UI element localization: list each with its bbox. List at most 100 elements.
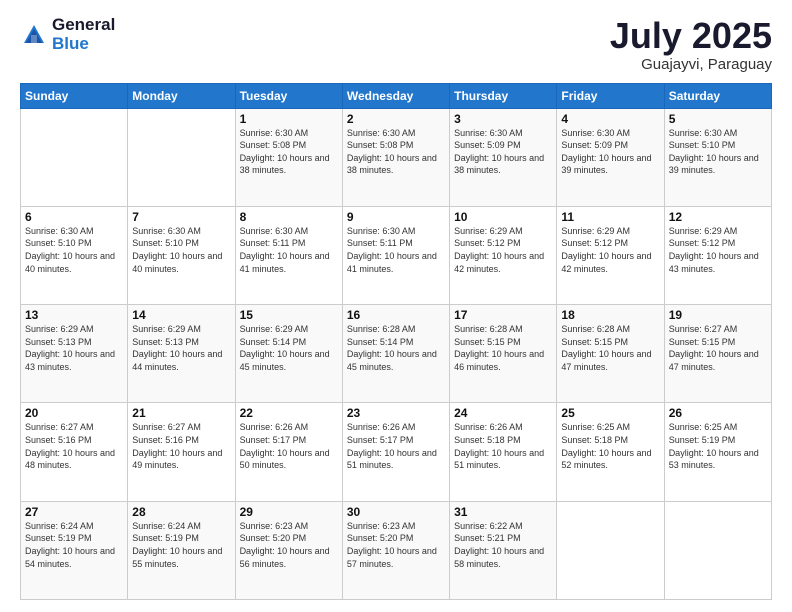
day-info: Sunrise: 6:29 AM Sunset: 5:13 PM Dayligh… xyxy=(132,323,230,373)
title-block: July 2025 Guajayvi, Paraguay xyxy=(610,16,772,73)
day-number: 31 xyxy=(454,505,552,519)
calendar-cell: 2Sunrise: 6:30 AM Sunset: 5:08 PM Daylig… xyxy=(342,108,449,206)
day-info: Sunrise: 6:25 AM Sunset: 5:18 PM Dayligh… xyxy=(561,421,659,471)
day-number: 2 xyxy=(347,112,445,126)
day-info: Sunrise: 6:30 AM Sunset: 5:09 PM Dayligh… xyxy=(561,127,659,177)
logo-icon xyxy=(20,21,48,49)
day-info: Sunrise: 6:30 AM Sunset: 5:09 PM Dayligh… xyxy=(454,127,552,177)
calendar-cell: 21Sunrise: 6:27 AM Sunset: 5:16 PM Dayli… xyxy=(128,403,235,501)
day-info: Sunrise: 6:30 AM Sunset: 5:11 PM Dayligh… xyxy=(240,225,338,275)
calendar-cell: 4Sunrise: 6:30 AM Sunset: 5:09 PM Daylig… xyxy=(557,108,664,206)
day-info: Sunrise: 6:28 AM Sunset: 5:15 PM Dayligh… xyxy=(454,323,552,373)
day-number: 6 xyxy=(25,210,123,224)
day-of-week-header: Sunday xyxy=(21,83,128,108)
month-title: July 2025 xyxy=(610,16,772,56)
calendar-cell: 31Sunrise: 6:22 AM Sunset: 5:21 PM Dayli… xyxy=(450,501,557,599)
calendar-cell: 1Sunrise: 6:30 AM Sunset: 5:08 PM Daylig… xyxy=(235,108,342,206)
day-of-week-header: Monday xyxy=(128,83,235,108)
logo-text: General Blue xyxy=(52,16,115,53)
day-number: 18 xyxy=(561,308,659,322)
calendar-cell: 11Sunrise: 6:29 AM Sunset: 5:12 PM Dayli… xyxy=(557,206,664,304)
day-of-week-header: Thursday xyxy=(450,83,557,108)
day-number: 20 xyxy=(25,406,123,420)
calendar-cell: 14Sunrise: 6:29 AM Sunset: 5:13 PM Dayli… xyxy=(128,305,235,403)
day-info: Sunrise: 6:27 AM Sunset: 5:16 PM Dayligh… xyxy=(132,421,230,471)
calendar-cell: 19Sunrise: 6:27 AM Sunset: 5:15 PM Dayli… xyxy=(664,305,771,403)
day-number: 26 xyxy=(669,406,767,420)
logo-blue-text: Blue xyxy=(52,35,115,54)
day-number: 22 xyxy=(240,406,338,420)
day-info: Sunrise: 6:30 AM Sunset: 5:10 PM Dayligh… xyxy=(25,225,123,275)
day-number: 12 xyxy=(669,210,767,224)
calendar-cell xyxy=(557,501,664,599)
day-number: 30 xyxy=(347,505,445,519)
calendar-cell: 27Sunrise: 6:24 AM Sunset: 5:19 PM Dayli… xyxy=(21,501,128,599)
day-info: Sunrise: 6:27 AM Sunset: 5:16 PM Dayligh… xyxy=(25,421,123,471)
calendar-table: SundayMondayTuesdayWednesdayThursdayFrid… xyxy=(20,83,772,600)
day-info: Sunrise: 6:30 AM Sunset: 5:10 PM Dayligh… xyxy=(669,127,767,177)
day-info: Sunrise: 6:29 AM Sunset: 5:13 PM Dayligh… xyxy=(25,323,123,373)
day-number: 5 xyxy=(669,112,767,126)
day-number: 15 xyxy=(240,308,338,322)
calendar-cell: 13Sunrise: 6:29 AM Sunset: 5:13 PM Dayli… xyxy=(21,305,128,403)
calendar-cell: 26Sunrise: 6:25 AM Sunset: 5:19 PM Dayli… xyxy=(664,403,771,501)
calendar-cell: 12Sunrise: 6:29 AM Sunset: 5:12 PM Dayli… xyxy=(664,206,771,304)
day-number: 14 xyxy=(132,308,230,322)
day-info: Sunrise: 6:28 AM Sunset: 5:15 PM Dayligh… xyxy=(561,323,659,373)
day-number: 13 xyxy=(25,308,123,322)
calendar-cell: 23Sunrise: 6:26 AM Sunset: 5:17 PM Dayli… xyxy=(342,403,449,501)
location: Guajayvi, Paraguay xyxy=(610,56,772,73)
day-number: 4 xyxy=(561,112,659,126)
day-of-week-header: Friday xyxy=(557,83,664,108)
day-number: 3 xyxy=(454,112,552,126)
day-of-week-header: Saturday xyxy=(664,83,771,108)
day-of-week-header: Tuesday xyxy=(235,83,342,108)
calendar-cell: 29Sunrise: 6:23 AM Sunset: 5:20 PM Dayli… xyxy=(235,501,342,599)
day-info: Sunrise: 6:23 AM Sunset: 5:20 PM Dayligh… xyxy=(240,520,338,570)
day-info: Sunrise: 6:25 AM Sunset: 5:19 PM Dayligh… xyxy=(669,421,767,471)
calendar-cell: 28Sunrise: 6:24 AM Sunset: 5:19 PM Dayli… xyxy=(128,501,235,599)
day-info: Sunrise: 6:29 AM Sunset: 5:12 PM Dayligh… xyxy=(669,225,767,275)
calendar-header-row: SundayMondayTuesdayWednesdayThursdayFrid… xyxy=(21,83,772,108)
calendar-cell: 18Sunrise: 6:28 AM Sunset: 5:15 PM Dayli… xyxy=(557,305,664,403)
day-number: 11 xyxy=(561,210,659,224)
day-info: Sunrise: 6:30 AM Sunset: 5:10 PM Dayligh… xyxy=(132,225,230,275)
day-info: Sunrise: 6:30 AM Sunset: 5:11 PM Dayligh… xyxy=(347,225,445,275)
calendar-cell: 25Sunrise: 6:25 AM Sunset: 5:18 PM Dayli… xyxy=(557,403,664,501)
day-info: Sunrise: 6:29 AM Sunset: 5:14 PM Dayligh… xyxy=(240,323,338,373)
logo: General Blue xyxy=(20,16,115,53)
calendar-cell: 20Sunrise: 6:27 AM Sunset: 5:16 PM Dayli… xyxy=(21,403,128,501)
day-info: Sunrise: 6:23 AM Sunset: 5:20 PM Dayligh… xyxy=(347,520,445,570)
day-info: Sunrise: 6:27 AM Sunset: 5:15 PM Dayligh… xyxy=(669,323,767,373)
day-number: 21 xyxy=(132,406,230,420)
calendar-cell: 22Sunrise: 6:26 AM Sunset: 5:17 PM Dayli… xyxy=(235,403,342,501)
calendar-cell: 10Sunrise: 6:29 AM Sunset: 5:12 PM Dayli… xyxy=(450,206,557,304)
calendar-cell: 3Sunrise: 6:30 AM Sunset: 5:09 PM Daylig… xyxy=(450,108,557,206)
calendar-page: General Blue July 2025 Guajayvi, Paragua… xyxy=(0,0,792,612)
day-info: Sunrise: 6:30 AM Sunset: 5:08 PM Dayligh… xyxy=(347,127,445,177)
day-number: 9 xyxy=(347,210,445,224)
day-info: Sunrise: 6:24 AM Sunset: 5:19 PM Dayligh… xyxy=(25,520,123,570)
day-number: 1 xyxy=(240,112,338,126)
calendar-cell: 5Sunrise: 6:30 AM Sunset: 5:10 PM Daylig… xyxy=(664,108,771,206)
calendar-week-row: 6Sunrise: 6:30 AM Sunset: 5:10 PM Daylig… xyxy=(21,206,772,304)
day-info: Sunrise: 6:29 AM Sunset: 5:12 PM Dayligh… xyxy=(561,225,659,275)
day-info: Sunrise: 6:24 AM Sunset: 5:19 PM Dayligh… xyxy=(132,520,230,570)
day-info: Sunrise: 6:22 AM Sunset: 5:21 PM Dayligh… xyxy=(454,520,552,570)
day-number: 29 xyxy=(240,505,338,519)
day-number: 24 xyxy=(454,406,552,420)
day-number: 10 xyxy=(454,210,552,224)
day-number: 25 xyxy=(561,406,659,420)
day-info: Sunrise: 6:26 AM Sunset: 5:17 PM Dayligh… xyxy=(347,421,445,471)
day-info: Sunrise: 6:29 AM Sunset: 5:12 PM Dayligh… xyxy=(454,225,552,275)
day-number: 8 xyxy=(240,210,338,224)
day-number: 16 xyxy=(347,308,445,322)
calendar-cell: 6Sunrise: 6:30 AM Sunset: 5:10 PM Daylig… xyxy=(21,206,128,304)
day-info: Sunrise: 6:26 AM Sunset: 5:17 PM Dayligh… xyxy=(240,421,338,471)
header: General Blue July 2025 Guajayvi, Paragua… xyxy=(20,16,772,73)
day-number: 23 xyxy=(347,406,445,420)
day-number: 27 xyxy=(25,505,123,519)
calendar-cell: 16Sunrise: 6:28 AM Sunset: 5:14 PM Dayli… xyxy=(342,305,449,403)
day-info: Sunrise: 6:26 AM Sunset: 5:18 PM Dayligh… xyxy=(454,421,552,471)
day-number: 17 xyxy=(454,308,552,322)
